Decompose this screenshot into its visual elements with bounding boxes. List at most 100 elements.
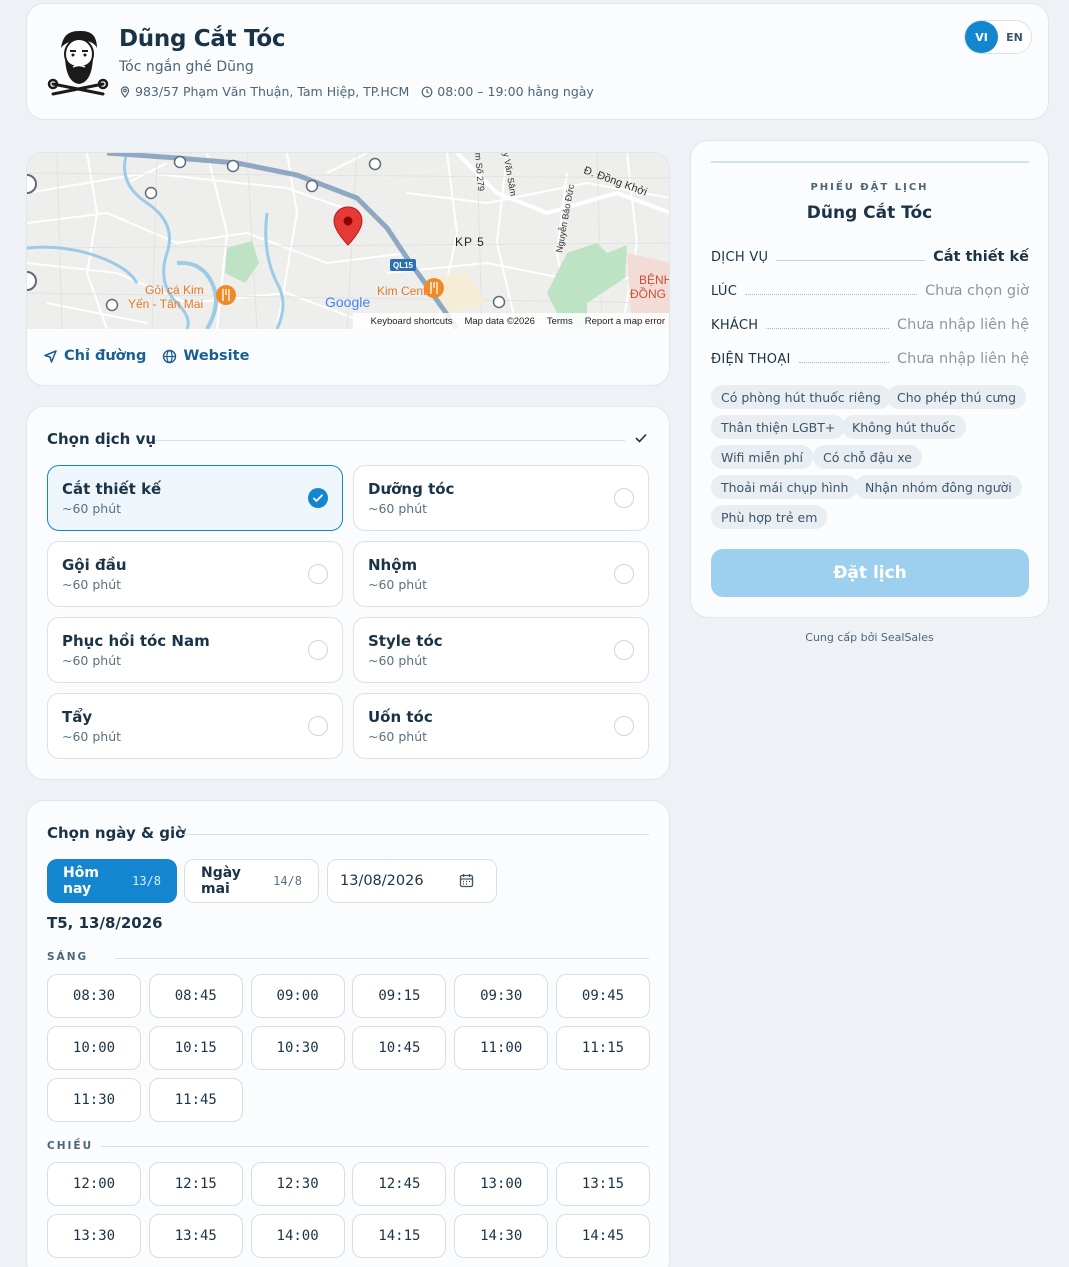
ticket-row-value: Chưa nhập liên hệ (897, 351, 1029, 367)
shop-name: Dũng Cắt Tóc (119, 26, 286, 52)
clock-icon (421, 86, 433, 97)
map-keyboard-shortcuts-link[interactable]: Keyboard shortcuts (371, 316, 453, 327)
service-option[interactable]: Gội đầu ~60 phút (47, 541, 343, 607)
service-section-title: Chọn dịch vụ (47, 430, 157, 448)
time-slot-button[interactable]: 13:00 (454, 1162, 549, 1206)
time-slot-button[interactable]: 14:30 (454, 1214, 549, 1258)
service-option[interactable]: Uốn tóc ~60 phút (353, 693, 649, 759)
map-label-goi-ca-1: Gỏi cá Kim (145, 283, 204, 297)
time-slot-button[interactable]: 12:45 (352, 1162, 447, 1206)
navigation-arrow-icon (44, 349, 57, 363)
time-slot-button[interactable]: 09:15 (352, 974, 447, 1018)
time-slot-button[interactable]: 09:45 (556, 974, 650, 1018)
time-slot-button[interactable]: 09:00 (250, 974, 345, 1018)
service-option[interactable]: Dưỡng tóc ~60 phút (353, 465, 649, 531)
radio-empty-icon[interactable] (614, 716, 634, 736)
directions-link[interactable]: Chỉ đường (43, 348, 146, 364)
time-slot-button[interactable]: 12:15 (148, 1162, 243, 1206)
selected-day-label: T5, 13/8/2026 (47, 914, 163, 932)
amenity-chip: Nhận nhóm đông người (855, 475, 1022, 499)
divider (101, 1146, 649, 1147)
time-slot-button[interactable]: 10:45 (352, 1026, 447, 1070)
directions-label: Chỉ đường (64, 348, 147, 364)
radio-empty-icon[interactable] (308, 564, 328, 584)
today-button[interactable]: Hôm nay 13/8 (47, 859, 177, 903)
service-card: Chọn dịch vụ Cắt thiết kế ~60 phút Dưỡng t… (26, 406, 670, 780)
service-duration: ~60 phút (62, 653, 122, 668)
map-footer: Keyboard shortcuts Map data ©2026 Terms … (352, 313, 669, 329)
divider (155, 440, 625, 441)
tomorrow-button[interactable]: Ngày mai 14/8 (184, 859, 319, 903)
radio-empty-icon[interactable] (614, 488, 634, 508)
service-name: Nhộm (368, 556, 418, 574)
ticket-row-key: ĐIỆN THOẠI (711, 351, 791, 367)
time-slot-button[interactable]: 13:45 (148, 1214, 243, 1258)
language-switch: VI EN (964, 20, 1032, 54)
time-slot-button[interactable]: 12:00 (47, 1162, 141, 1206)
time-slot-button[interactable]: 14:00 (250, 1214, 345, 1258)
service-duration: ~60 phút (62, 501, 122, 516)
time-slot-button[interactable]: 10:00 (47, 1026, 141, 1070)
radio-empty-icon[interactable] (308, 640, 328, 660)
map-label-ql15: QL15 (393, 261, 414, 270)
service-option[interactable]: Tẩy ~60 phút (47, 693, 343, 759)
map-terms-link[interactable]: Terms (547, 316, 573, 327)
service-name: Tẩy (62, 708, 93, 726)
today-label: Hôm nay (63, 865, 99, 897)
time-slot-button[interactable]: 12:30 (250, 1162, 345, 1206)
map-data-text: Map data ©2026 (464, 315, 535, 327)
map-label-benh-1: BỆNH (639, 272, 670, 287)
radio-empty-icon[interactable] (614, 640, 634, 660)
radio-empty-icon[interactable] (308, 716, 328, 736)
service-duration: ~60 phút (62, 577, 122, 592)
ticket-row-value: Chưa chọn giờ (925, 283, 1029, 299)
website-link[interactable]: Website (162, 348, 249, 364)
location-pin-icon (120, 85, 130, 98)
time-slot-button[interactable]: 13:30 (47, 1214, 141, 1258)
address: 983/57 Phạm Văn Thuận, Tam Hiệp, TP.HCM (119, 84, 409, 99)
lang-en-button[interactable]: EN (998, 21, 1031, 53)
time-slot-button[interactable]: 11:30 (47, 1078, 141, 1122)
book-button[interactable]: Đặt lịch (711, 549, 1029, 597)
time-slot-button[interactable]: 11:15 (556, 1026, 650, 1070)
time-slot-button[interactable]: 13:15 (556, 1162, 650, 1206)
service-option[interactable]: Style tóc ~60 phút (353, 617, 649, 683)
service-option[interactable]: Cắt thiết kế ~60 phút (47, 465, 343, 531)
service-option[interactable]: Phục hồi tóc Nam ~60 phút (47, 617, 343, 683)
hours: 08:00 – 19:00 hằng ngày (421, 84, 594, 99)
restaurant-marker-icon (424, 278, 444, 298)
calendar-icon (459, 874, 474, 888)
leader-line (776, 259, 926, 261)
lang-vi-button[interactable]: VI (965, 21, 998, 53)
morning-label: SÁNG (47, 951, 89, 963)
amenity-chip: Thoải mái chụp hình (711, 475, 859, 499)
time-slot-button[interactable]: 14:45 (556, 1214, 650, 1258)
radio-checked-icon[interactable] (308, 488, 328, 508)
radio-empty-icon[interactable] (614, 564, 634, 584)
booking-ticket-card: PHIẾU ĐẶT LỊCH Dũng Cắt Tóc DỊCH VỤ Cắt t… (690, 140, 1049, 618)
time-slot-button[interactable]: 10:30 (250, 1026, 345, 1070)
service-option[interactable]: Nhộm ~60 phút (353, 541, 649, 607)
amenity-chip: Thân thiện LGBT+ (711, 415, 846, 439)
service-name: Dưỡng tóc (368, 480, 455, 498)
ticket-row-value: Cắt thiết kế (933, 249, 1029, 265)
time-slot-button[interactable]: 11:45 (148, 1078, 243, 1122)
map-canvas: QL15 Đ. Đồng Khởi KP 5 Kim Center Gỏi cá… (27, 153, 670, 329)
map-embed[interactable]: QL15 Đ. Đồng Khởi KP 5 Kim Center Gỏi cá… (27, 153, 670, 329)
time-slot-button[interactable]: 09:30 (454, 974, 549, 1018)
checkmark-icon (635, 433, 647, 443)
time-slot-button[interactable]: 14:15 (352, 1214, 447, 1258)
website-label: Website (183, 348, 250, 364)
amenity-chip: Có chỗ đậu xe (813, 445, 922, 469)
time-slot-button[interactable]: 10:15 (148, 1026, 243, 1070)
map-report-link[interactable]: Report a map error (585, 316, 665, 327)
time-slot-button[interactable]: 08:30 (47, 974, 141, 1018)
powered-by: Cung cấp bởi SealSales (805, 631, 934, 644)
service-name: Gội đầu (62, 556, 127, 574)
schedule-section-title: Chọn ngày & giờ (47, 824, 186, 842)
time-slot-button[interactable]: 11:00 (454, 1026, 549, 1070)
ticket-row-key: LÚC (711, 283, 738, 299)
time-slot-button[interactable]: 08:45 (148, 974, 243, 1018)
date-picker-input[interactable]: 13/08/2026 (327, 859, 497, 903)
service-name: Cắt thiết kế (62, 480, 162, 498)
